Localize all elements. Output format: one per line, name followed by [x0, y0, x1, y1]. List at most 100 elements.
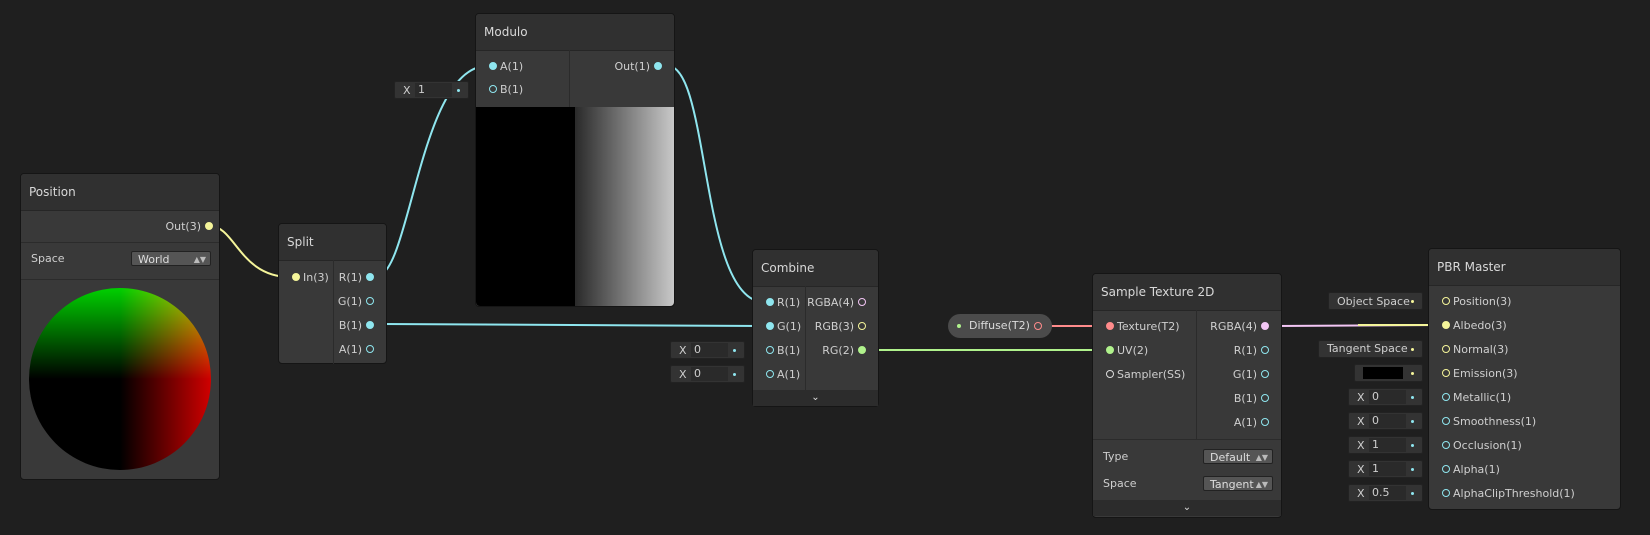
pbr-alpha-clip-field[interactable]: 0.5 — [1369, 486, 1406, 500]
pbr-in-position[interactable]: Position(3) — [1442, 294, 1512, 310]
combine-out-rg-dot[interactable] — [858, 346, 866, 354]
position-out-port[interactable]: Out(3) — [165, 219, 213, 235]
combine-in-b[interactable]: B(1) — [766, 343, 800, 359]
combine-out-rgba-dot[interactable] — [858, 298, 866, 306]
split-out-a[interactable]: A(1) — [339, 342, 374, 358]
sample-out-a[interactable]: A(1) — [1234, 415, 1269, 431]
modulo-b-value-field[interactable]: 1 — [415, 83, 452, 97]
sample-space-dropdown[interactable]: Tangent ▲▼ — [1203, 476, 1273, 491]
position-space-dropdown[interactable]: World ▲▼ — [131, 251, 211, 266]
pbr-in-emission[interactable]: Emission(3) — [1442, 366, 1518, 382]
diffuse-property-node[interactable]: Diffuse(T2) — [948, 314, 1052, 338]
pbr-in-normal-dot[interactable] — [1442, 345, 1450, 353]
sample-in-sampler[interactable]: Sampler(SS) — [1106, 367, 1185, 383]
sample-expand-button[interactable]: ⌄ — [1093, 500, 1281, 516]
modulo-in-a[interactable]: A(1) — [489, 59, 523, 75]
combine-a-value-field[interactable]: 0 — [691, 367, 728, 381]
pbr-in-albedo[interactable]: Albedo(3) — [1442, 318, 1507, 334]
split-out-r[interactable]: R(1) — [339, 270, 374, 286]
split-in-port[interactable]: In(3) — [292, 270, 329, 286]
split-out-a-dot[interactable] — [366, 345, 374, 353]
split-out-g[interactable]: G(1) — [338, 294, 374, 310]
position-out-dot[interactable] — [205, 222, 213, 230]
pbr-emission-color[interactable] — [1354, 364, 1423, 382]
modulo-out-dot[interactable] — [654, 62, 662, 70]
pbr-smoothness-value[interactable]: X 0 — [1348, 412, 1423, 430]
pbr-normal-space[interactable]: Tangent Space — [1318, 340, 1423, 358]
combine-expand-button[interactable]: ⌄ — [753, 390, 878, 406]
emission-color-swatch[interactable] — [1363, 367, 1403, 379]
split-node[interactable]: Split In(3) R(1) G(1) B(1) A(1) — [278, 223, 387, 364]
pbr-in-occlusion[interactable]: Occlusion(1) — [1442, 438, 1522, 454]
modulo-out[interactable]: Out(1) — [614, 59, 662, 75]
pbr-in-position-dot[interactable] — [1442, 297, 1450, 305]
combine-in-g[interactable]: G(1) — [766, 319, 801, 335]
sample-out-r[interactable]: R(1) — [1234, 343, 1269, 359]
combine-in-a[interactable]: A(1) — [766, 367, 800, 383]
combine-in-g-dot[interactable] — [766, 322, 774, 330]
combine-in-b-dot[interactable] — [766, 346, 774, 354]
split-out-r-dot[interactable] — [366, 273, 374, 281]
combine-out-rgba[interactable]: RGBA(4) — [807, 295, 866, 311]
sample-in-texture[interactable]: Texture(T2) — [1106, 319, 1180, 335]
combine-in-a-dot[interactable] — [766, 370, 774, 378]
pbr-in-emission-dot[interactable] — [1442, 369, 1450, 377]
combine-out-rgb-dot[interactable] — [858, 322, 866, 330]
pbr-metallic-field[interactable]: 0 — [1369, 390, 1406, 404]
sample-in-sampler-dot[interactable] — [1106, 370, 1114, 378]
pbr-in-smoothness-dot[interactable] — [1442, 417, 1450, 425]
pbr-occlusion-value[interactable]: X 1 — [1348, 436, 1423, 454]
sample-type-dropdown[interactable]: Default ▲▼ — [1203, 449, 1273, 464]
pbr-in-alpha-clip[interactable]: AlphaClipThreshold(1) — [1442, 486, 1575, 502]
modulo-in-b[interactable]: B(1) — [489, 82, 523, 98]
pbr-in-smoothness[interactable]: Smoothness(1) — [1442, 414, 1536, 430]
pbr-in-alpha-clip-dot[interactable] — [1442, 489, 1450, 497]
sample-texture-node[interactable]: Sample Texture 2D Texture(T2) UV(2) Samp… — [1092, 273, 1282, 518]
combine-out-rg[interactable]: RG(2) — [822, 343, 866, 359]
combine-in-r-dot[interactable] — [766, 298, 774, 306]
sample-out-g-dot[interactable] — [1261, 370, 1269, 378]
sample-out-r-dot[interactable] — [1261, 346, 1269, 354]
pbr-in-normal[interactable]: Normal(3) — [1442, 342, 1508, 358]
pbr-occlusion-field[interactable]: 1 — [1369, 438, 1406, 452]
pbr-position-space[interactable]: Object Space — [1328, 292, 1423, 310]
pbr-metallic-value[interactable]: X 0 — [1348, 388, 1423, 406]
pbr-alpha-value[interactable]: X 1 — [1348, 460, 1423, 478]
sample-out-a-dot[interactable] — [1261, 418, 1269, 426]
diffuse-out-dot[interactable] — [1034, 322, 1042, 330]
modulo-in-b-dot[interactable] — [489, 85, 497, 93]
split-out-g-dot[interactable] — [366, 297, 374, 305]
modulo-b-value[interactable]: X 1 — [394, 81, 469, 99]
combine-in-r[interactable]: R(1) — [766, 295, 800, 311]
position-node[interactable]: Position Out(3) Space World ▲▼ — [20, 173, 220, 480]
pbr-in-metallic[interactable]: Metallic(1) — [1442, 390, 1511, 406]
combine-node[interactable]: Combine R(1) G(1) B(1) A(1) RGBA(4) RGB(… — [752, 249, 879, 407]
pbr-alpha-clip-value[interactable]: X 0.5 — [1348, 484, 1423, 502]
sample-out-b-dot[interactable] — [1261, 394, 1269, 402]
sample-out-b[interactable]: B(1) — [1234, 391, 1269, 407]
split-out-b[interactable]: B(1) — [339, 318, 374, 334]
split-out-b-dot[interactable] — [366, 321, 374, 329]
pbr-alpha-field[interactable]: 1 — [1369, 462, 1406, 476]
pbr-smoothness-field[interactable]: 0 — [1369, 414, 1406, 428]
pbr-in-metallic-dot[interactable] — [1442, 393, 1450, 401]
split-in-dot[interactable] — [292, 273, 300, 281]
combine-a-value[interactable]: X 0 — [670, 365, 745, 383]
pbr-in-albedo-dot[interactable] — [1442, 321, 1450, 329]
modulo-in-a-dot[interactable] — [489, 62, 497, 70]
sample-in-uv-dot[interactable] — [1106, 346, 1114, 354]
sample-out-rgba-dot[interactable] — [1261, 322, 1269, 330]
combine-b-value-field[interactable]: 0 — [691, 343, 728, 357]
pbr-master-node[interactable]: PBR Master Position(3) Albedo(3) Normal(… — [1428, 248, 1621, 510]
sample-in-texture-dot[interactable] — [1106, 322, 1114, 330]
pbr-in-position-label: Position(3) — [1453, 295, 1512, 308]
pbr-in-occlusion-dot[interactable] — [1442, 441, 1450, 449]
sample-out-rgba[interactable]: RGBA(4) — [1210, 319, 1269, 335]
combine-out-rgb[interactable]: RGB(3) — [815, 319, 866, 335]
combine-b-value[interactable]: X 0 — [670, 341, 745, 359]
pbr-in-alpha[interactable]: Alpha(1) — [1442, 462, 1500, 478]
modulo-node[interactable]: Modulo A(1) B(1) Out(1) — [475, 13, 675, 307]
sample-in-uv[interactable]: UV(2) — [1106, 343, 1148, 359]
pbr-in-alpha-dot[interactable] — [1442, 465, 1450, 473]
sample-out-g[interactable]: G(1) — [1233, 367, 1269, 383]
